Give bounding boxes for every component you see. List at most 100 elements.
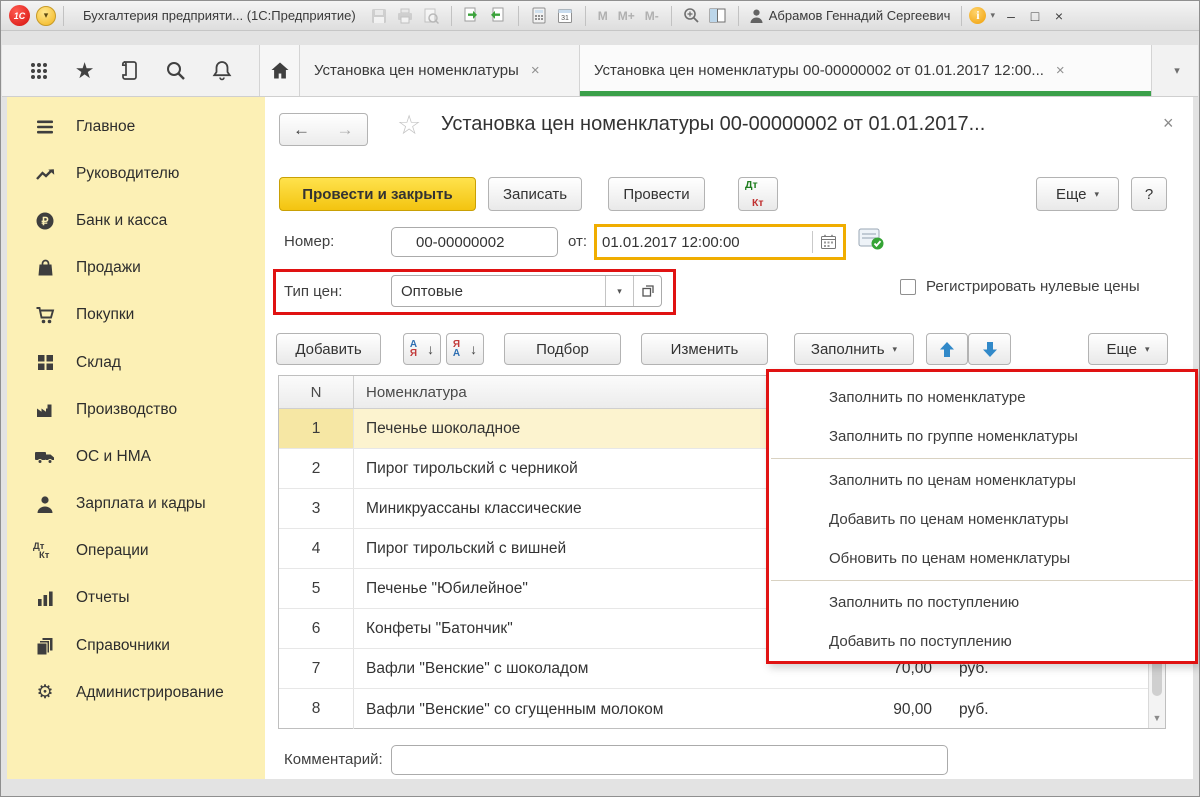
history-icon[interactable]	[120, 60, 139, 81]
calendar-picker-icon[interactable]	[813, 234, 843, 250]
scrollbar-down-icon[interactable]: ▼	[1149, 713, 1165, 723]
sidebar-item-purchases[interactable]: Покупки	[7, 292, 265, 339]
tab-home[interactable]	[260, 45, 300, 96]
comment-input[interactable]	[402, 746, 937, 774]
save-button[interactable]: Записать	[488, 177, 582, 211]
menu-item-fill-by-item-prices[interactable]: Заполнить по ценам номенклатуры	[769, 461, 1195, 500]
sidebar-item-label: Справочники	[76, 637, 170, 655]
user-name: Абрамов Геннадий Сергеевич	[769, 8, 951, 23]
sidebar-item-label: Администрирование	[76, 684, 224, 702]
open-item-icon[interactable]	[633, 276, 661, 306]
favorites-star-icon[interactable]: ★	[75, 58, 95, 84]
button-label: Провести и закрыть	[302, 186, 452, 203]
menu-item-update-by-item-prices[interactable]: Обновить по ценам номенклатуры	[769, 539, 1195, 578]
tab-price-setting-document[interactable]: Установка цен номенклатуры 00-00000002 о…	[580, 45, 1152, 96]
nav-forward-button[interactable]: →	[323, 113, 368, 146]
favorite-star-icon[interactable]: ☆	[397, 110, 421, 141]
sidebar-item-sales[interactable]: Продажи	[7, 245, 265, 292]
document-close-icon[interactable]: ×	[1163, 113, 1174, 134]
chevron-down-icon: ▾	[1095, 189, 1100, 200]
cell-n: 1	[279, 409, 354, 448]
search-icon[interactable]	[165, 60, 186, 81]
more-actions-button[interactable]: Еще▾	[1036, 177, 1119, 211]
tab-price-setting-list[interactable]: Установка цен номенклатуры ×	[300, 45, 580, 96]
number-field[interactable]	[391, 227, 558, 257]
date-field-highlighted[interactable]	[594, 224, 846, 260]
tab-close-icon[interactable]: ×	[531, 62, 540, 79]
comment-field[interactable]	[391, 745, 948, 775]
combo-dropdown-icon[interactable]: ▾	[605, 276, 633, 306]
column-header-n[interactable]: N	[279, 376, 354, 408]
post-and-close-button[interactable]: Провести и закрыть	[279, 177, 476, 211]
sort-descending-button[interactable]: ЯА ↓	[446, 333, 484, 365]
tab-close-icon[interactable]: ×	[1056, 62, 1065, 79]
sidebar-item-manager[interactable]: Руководителю	[7, 150, 265, 197]
sidebar-item-salary-hr[interactable]: Зарплата и кадры	[7, 481, 265, 528]
sidebar-item-reports[interactable]: Отчеты	[7, 575, 265, 622]
menu-item-add-by-item-prices[interactable]: Добавить по ценам номенклатуры	[769, 500, 1195, 539]
add-row-button[interactable]: Добавить	[276, 333, 381, 365]
document-title: Установка цен номенклатуры 00-00000002 о…	[441, 113, 985, 136]
tabs-overflow-button[interactable]: ▾	[1156, 45, 1198, 96]
sidebar-item-warehouse[interactable]: Склад	[7, 339, 265, 386]
table-row[interactable]: 8 Вафли "Венские" со сгущенным молоком 9…	[279, 689, 1165, 729]
move-row-down-button[interactable]	[968, 333, 1011, 365]
apps-grid-icon[interactable]	[29, 61, 49, 81]
menu-item-fill-by-nomenclature-group[interactable]: Заполнить по группе номенклатуры	[769, 417, 1195, 456]
main-menu-button[interactable]: ▾	[36, 6, 56, 26]
sidebar-item-fixed-assets[interactable]: ОС и НМА	[7, 433, 265, 480]
edit-button[interactable]: Изменить	[641, 333, 768, 365]
nav-back-button[interactable]: ←	[279, 113, 324, 146]
price-type-combobox[interactable]: ▾	[391, 275, 662, 307]
cell-name: Конфеты "Батончик"	[354, 609, 767, 648]
chevron-down-icon: ▾	[893, 344, 898, 355]
register-zero-checkbox[interactable]	[900, 279, 916, 295]
sidebar-item-directories[interactable]: Справочники	[7, 622, 265, 669]
1c-logo-icon: 1С	[9, 5, 30, 26]
show-postings-button[interactable]: Дт Кт	[738, 177, 778, 211]
chevron-down-icon[interactable]: ▾	[990, 10, 995, 21]
import-file-icon[interactable]	[488, 6, 508, 26]
print-icon	[395, 6, 415, 26]
current-user[interactable]: Абрамов Геннадий Сергеевич	[750, 8, 951, 23]
app-window: 1С ▾ Бухгалтерия предприяти... (1С:Предп…	[0, 0, 1200, 797]
number-input[interactable]	[416, 228, 547, 256]
move-row-up-button[interactable]	[926, 333, 968, 365]
fill-button[interactable]: Заполнить▾	[794, 333, 914, 365]
menu-separator	[771, 458, 1193, 459]
sidebar-item-bank-cash[interactable]: ₽ Банк и касса	[7, 197, 265, 244]
post-button[interactable]: Провести	[608, 177, 705, 211]
close-window-button[interactable]: ×	[1047, 8, 1071, 24]
button-label: ?	[1145, 186, 1153, 203]
grid-more-button[interactable]: Еще▾	[1088, 333, 1168, 365]
pick-items-button[interactable]: Подбор	[504, 333, 621, 365]
sort-ascending-button[interactable]: АЯ ↓	[403, 333, 441, 365]
notifications-bell-icon[interactable]	[212, 60, 232, 81]
help-button[interactable]: ?	[1131, 177, 1167, 211]
menu-item-fill-by-nomenclature[interactable]: Заполнить по номенклатуре	[769, 378, 1195, 417]
maximize-button[interactable]: □	[1023, 8, 1047, 24]
sidebar-item-operations[interactable]: ДтКт Операции	[7, 528, 265, 575]
sidebar-item-label: Склад	[76, 354, 121, 372]
cell-currency: руб.	[932, 690, 1052, 729]
menu-item-add-by-receipt[interactable]: Добавить по поступлению	[769, 622, 1195, 661]
minimize-button[interactable]: –	[999, 8, 1023, 24]
date-input[interactable]	[597, 234, 812, 251]
sidebar-item-administration[interactable]: ⚙ Администрирование	[7, 669, 265, 716]
zoom-icon[interactable]	[682, 6, 702, 26]
calculator-icon[interactable]	[529, 6, 549, 26]
column-header-nomenclature[interactable]: Номенклатура	[354, 384, 767, 401]
info-icon[interactable]: i	[969, 7, 986, 24]
calendar-icon[interactable]: 31	[555, 6, 575, 26]
sidebar-item-main[interactable]: Главное	[7, 103, 265, 150]
split-view-icon[interactable]	[708, 6, 728, 26]
cell-name: Вафли "Венские" со сгущенным молоком	[354, 690, 767, 729]
cell-n: 3	[279, 489, 354, 528]
gear-icon: ⚙	[33, 681, 57, 705]
chevron-down-icon: ▾	[1145, 344, 1150, 355]
cell-name: Миникруассаны классические	[354, 489, 767, 528]
price-type-input[interactable]	[392, 283, 605, 300]
sidebar-item-production[interactable]: Производство	[7, 386, 265, 433]
export-file-icon[interactable]	[462, 6, 482, 26]
menu-item-fill-by-receipt[interactable]: Заполнить по поступлению	[769, 583, 1195, 622]
